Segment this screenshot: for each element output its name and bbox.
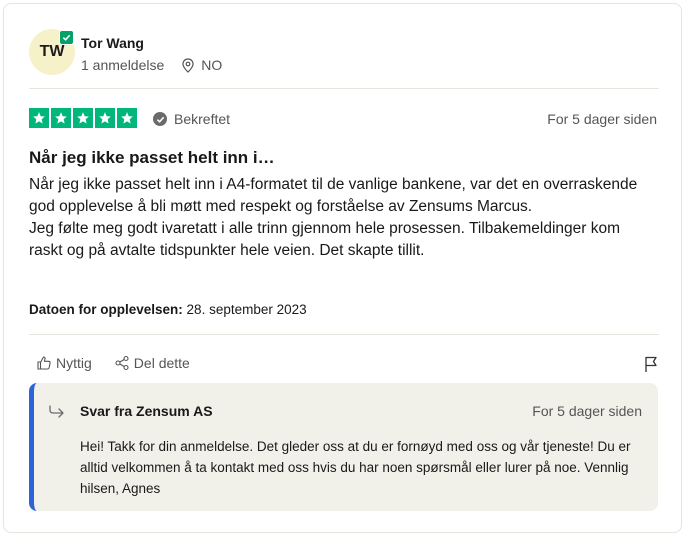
divider	[29, 334, 659, 335]
location-pin-icon	[182, 57, 194, 73]
experience-date: Datoen for opplevelsen: 28. september 20…	[29, 302, 307, 317]
reply-title: Svar fra Zensum AS	[80, 403, 213, 419]
share-button[interactable]: Del dette	[114, 355, 190, 371]
share-icon	[115, 355, 129, 371]
review-count: 1 anmeldelse	[81, 57, 165, 73]
checkmark-icon	[59, 30, 74, 45]
divider	[29, 88, 659, 89]
verified-check-icon	[153, 112, 167, 126]
useful-button[interactable]: Nyttig	[36, 355, 92, 371]
review-posted-time: For 5 dager siden	[547, 111, 657, 127]
reviewer-location: NO	[182, 57, 222, 73]
flag-icon[interactable]	[643, 355, 659, 378]
review-card: TW Tor Wang 1 anmeldelse NO Bekreftet Fo…	[3, 3, 682, 533]
star-icon	[51, 108, 71, 128]
review-paragraph: Når jeg ikke passet helt inn i A4-format…	[29, 176, 638, 215]
review-actions: Nyttig Del dette	[36, 355, 190, 371]
experience-date-label: Datoen for opplevelsen:	[29, 302, 183, 317]
useful-label: Nyttig	[56, 355, 92, 371]
avatar-initials: TW	[39, 43, 65, 60]
reviewer-meta: 1 anmeldelse NO	[81, 57, 222, 73]
share-label: Del dette	[133, 355, 190, 371]
reply-posted-time: For 5 dager siden	[532, 403, 642, 419]
star-icon	[95, 108, 115, 128]
verified-label: Bekreftet	[174, 111, 231, 127]
verified-status[interactable]: Bekreftet	[153, 111, 230, 127]
review-title[interactable]: Når jeg ikke passet helt inn i…	[29, 148, 275, 168]
reviewer-name[interactable]: Tor Wang	[81, 35, 144, 51]
thumbs-up-icon	[37, 356, 51, 370]
star-rating	[29, 108, 137, 128]
experience-date-value: 28. september 2023	[186, 302, 307, 317]
reply-arrow-icon	[49, 405, 64, 418]
company-reply: Svar fra Zensum AS For 5 dager siden Hei…	[29, 383, 658, 511]
review-paragraph: Jeg følte meg godt ivaretatt i alle trin…	[29, 220, 621, 259]
reply-text: Hei! Takk for din anmeldelse. Det gleder…	[80, 439, 631, 496]
star-icon	[117, 108, 137, 128]
country-code: NO	[201, 57, 223, 73]
star-icon	[73, 108, 93, 128]
star-icon	[29, 108, 49, 128]
review-body: Når jeg ikke passet helt inn i A4-format…	[29, 174, 649, 262]
